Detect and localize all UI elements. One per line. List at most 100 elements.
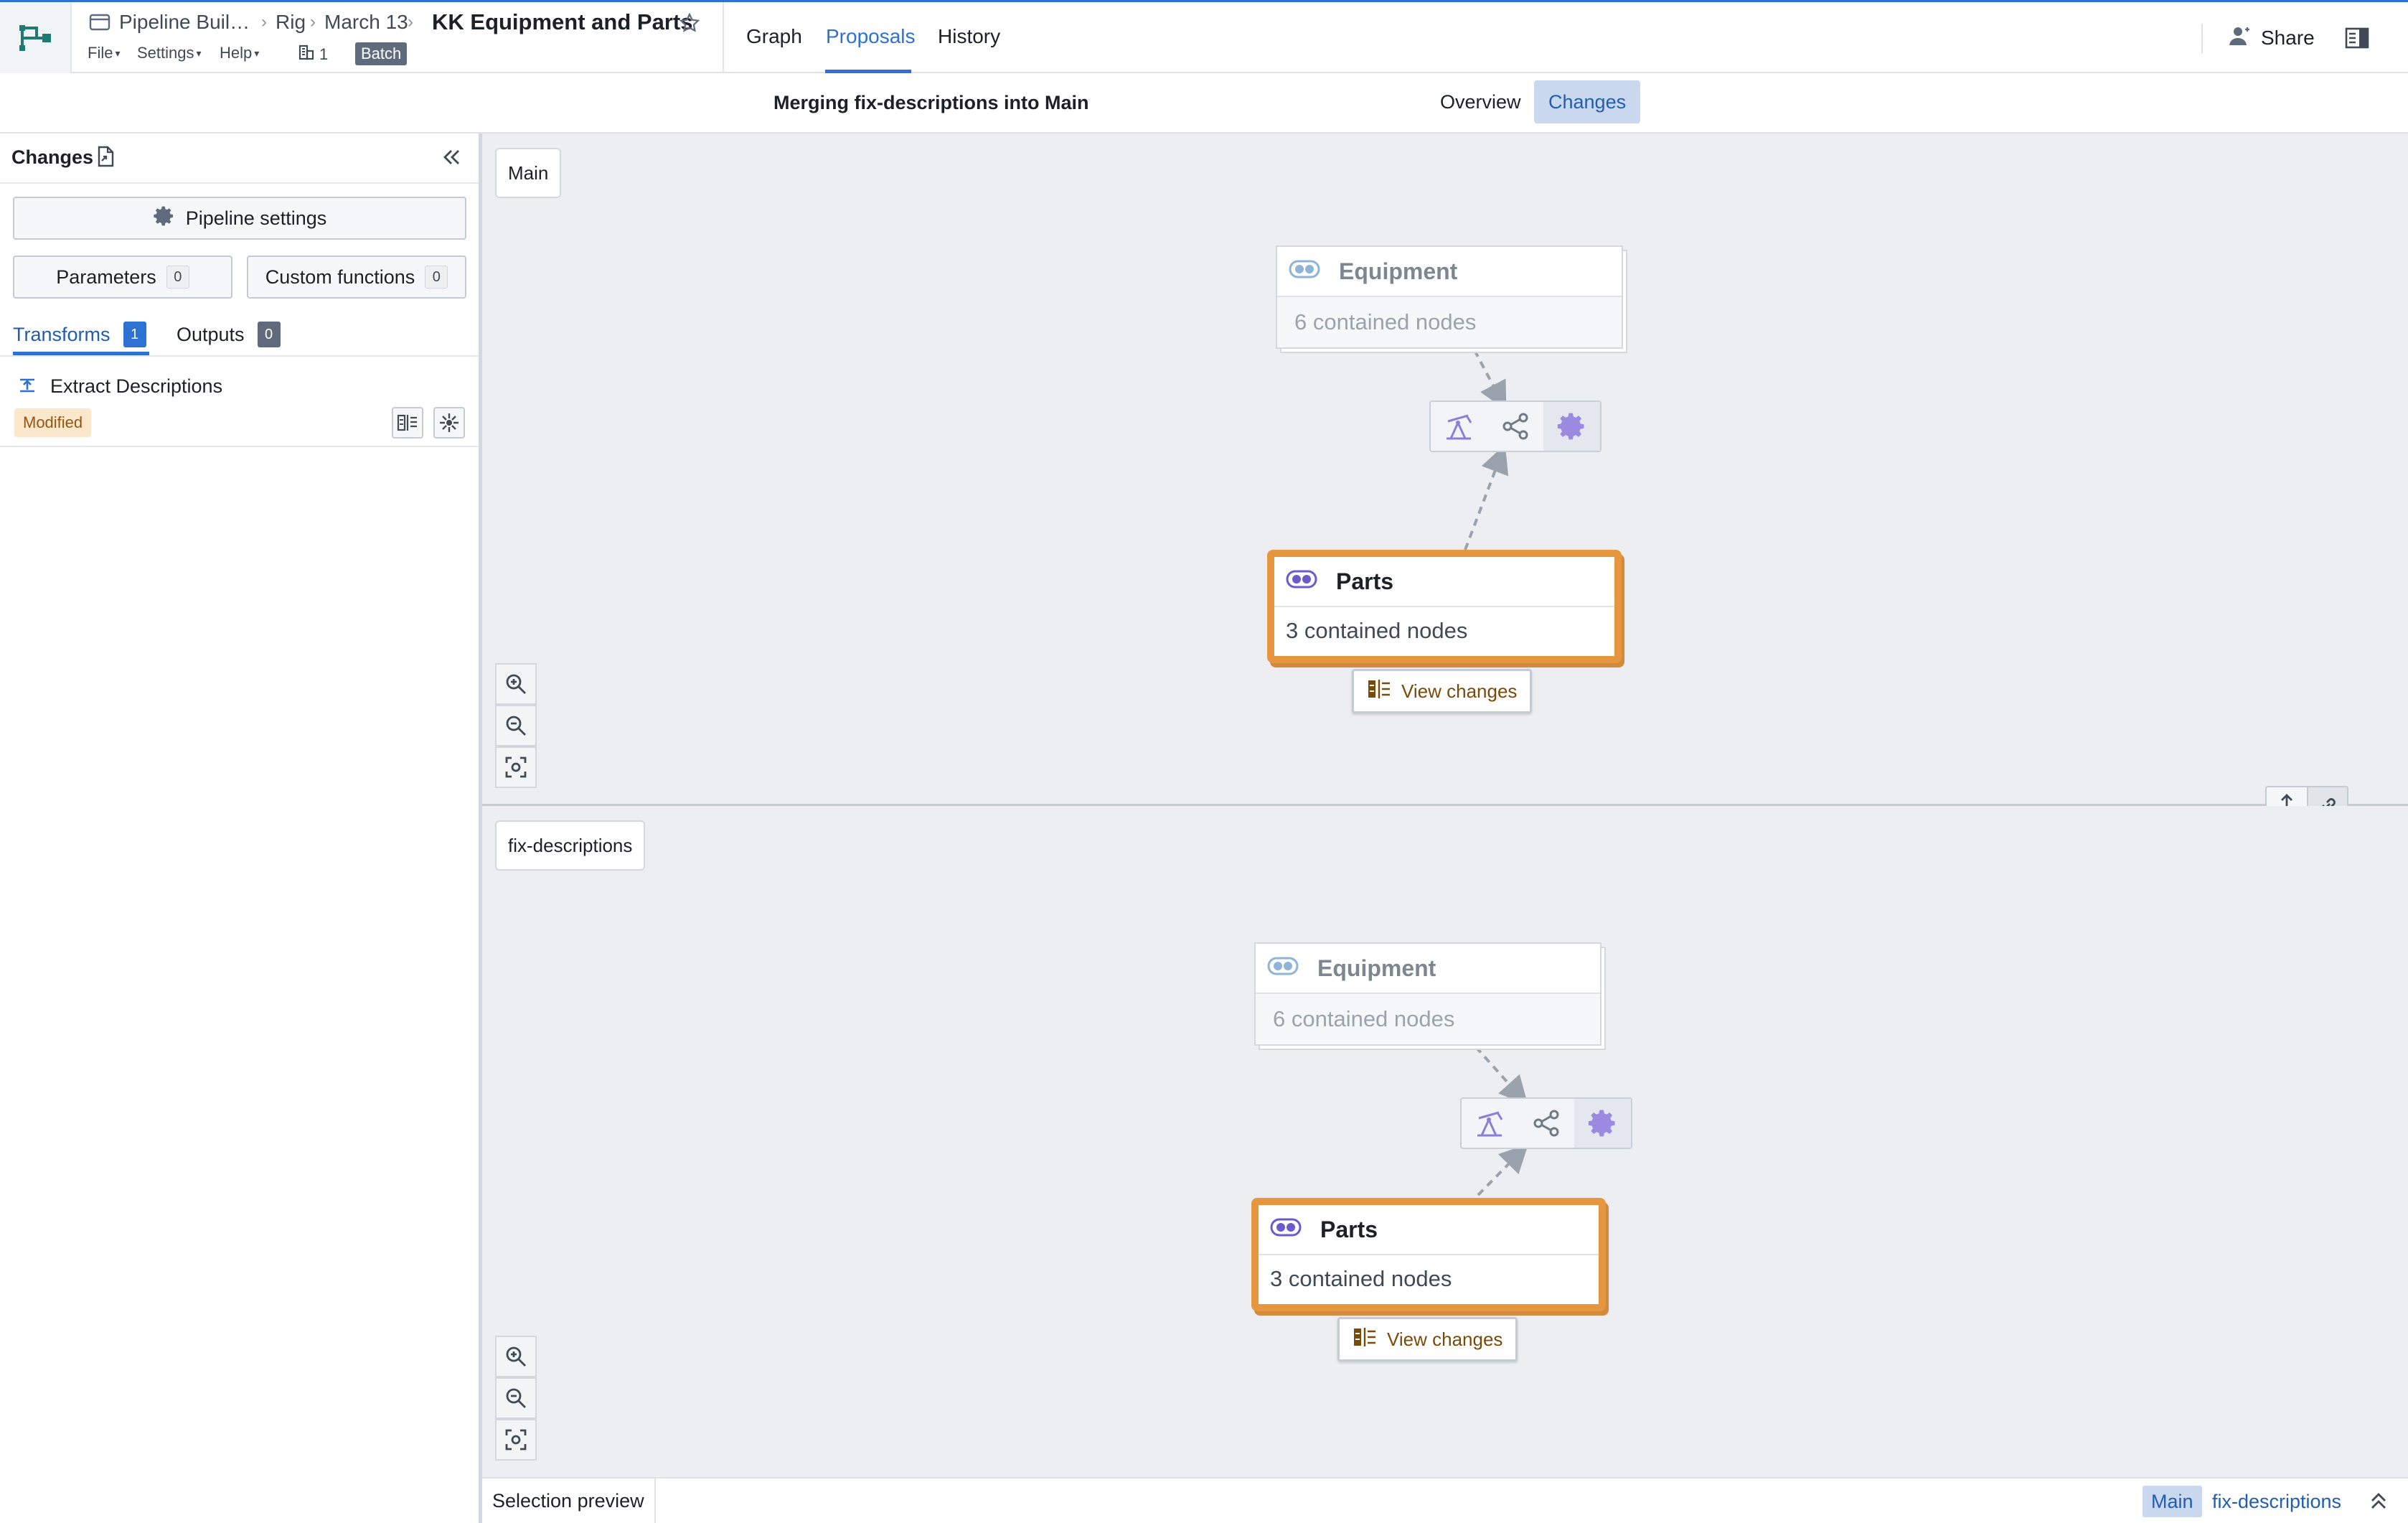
branch-count[interactable]: 1 xyxy=(298,44,328,65)
node-header: Parts xyxy=(1274,557,1614,607)
custom-functions-label: Custom functions xyxy=(265,266,415,288)
node-title: Parts xyxy=(1320,1216,1378,1242)
zoom-in-icon[interactable] xyxy=(495,663,537,705)
bottom-branch-main[interactable]: Main xyxy=(2143,1486,2202,1517)
node-parts[interactable]: Parts 3 contained nodes xyxy=(1267,550,1622,663)
pump-icon[interactable] xyxy=(1431,402,1487,451)
menu-settings[interactable]: Settings ▾ xyxy=(137,44,202,62)
menu-help[interactable]: Help ▾ xyxy=(220,44,259,62)
graph-canvas-branch[interactable]: fix-descriptions Equipment 6 contained n… xyxy=(482,806,2408,1477)
custom-functions-button[interactable]: Custom functions 0 xyxy=(247,256,466,299)
transform-group[interactable] xyxy=(1429,400,1602,452)
pipeline-settings-label: Pipeline settings xyxy=(185,207,327,229)
changes-panel: Changes Pipeline settings Parameters 0 C… xyxy=(0,133,482,1523)
subtab-overview[interactable]: Overview xyxy=(1426,80,1535,123)
custom-functions-count: 0 xyxy=(425,266,448,289)
node-subtitle: 6 contained nodes xyxy=(1256,994,1600,1044)
breadcrumb-date[interactable]: March 13 xyxy=(324,11,408,34)
proposal-subheader: Merging fix-descriptions into Main Overv… xyxy=(0,73,2408,133)
breadcrumb-rig[interactable]: Rig xyxy=(276,11,306,34)
graph-locate-icon[interactable] xyxy=(433,407,465,439)
selection-preview-tab[interactable]: Selection preview xyxy=(482,1479,656,1523)
breadcrumb-pipeline[interactable]: Pipeline Buil… xyxy=(119,11,250,34)
share-nodes-icon[interactable] xyxy=(1487,402,1544,451)
dataset-group-icon xyxy=(1286,568,1317,595)
breadcrumb-separator: › xyxy=(261,12,267,32)
share-label: Share xyxy=(2261,27,2315,49)
parameters-button[interactable]: Parameters 0 xyxy=(13,256,232,299)
doc-changes-icon xyxy=(95,145,116,172)
view-changes-label: View changes xyxy=(1401,680,1518,702)
menu-file[interactable]: File ▾ xyxy=(88,44,120,62)
node-subtitle: 3 contained nodes xyxy=(1270,1266,1452,1291)
list-item[interactable]: Extract Descriptions Modified xyxy=(0,357,479,447)
share-nodes-icon[interactable] xyxy=(1518,1099,1575,1148)
divider xyxy=(0,182,479,184)
bottom-branch-fix-descriptions[interactable]: fix-descriptions xyxy=(2204,1486,2350,1517)
pipeline-settings-button[interactable]: Pipeline settings xyxy=(13,197,466,240)
parameters-count: 0 xyxy=(166,266,189,289)
tab-outputs[interactable]: Outputs 0 xyxy=(177,322,281,347)
side-panel-icon[interactable] xyxy=(2345,27,2369,53)
dataset-group-icon xyxy=(1270,1217,1302,1243)
zoom-out-icon[interactable] xyxy=(495,1377,537,1419)
node-header: Parts xyxy=(1259,1205,1599,1255)
bottom-bar: Selection preview Main fix-descriptions xyxy=(482,1477,2408,1523)
divider xyxy=(2201,24,2203,54)
node-parts[interactable]: Parts 3 contained nodes xyxy=(1251,1198,1606,1311)
diff-icon xyxy=(1353,1326,1377,1353)
node-subtitle: 6 contained nodes xyxy=(1277,297,1622,347)
tab-history[interactable]: History xyxy=(938,25,1000,48)
node-header: Equipment xyxy=(1256,944,1600,994)
subtab-changes[interactable]: Changes xyxy=(1534,80,1641,123)
dataset-group-icon xyxy=(1267,955,1299,982)
dataset-group-icon xyxy=(1289,258,1320,285)
parameters-label: Parameters xyxy=(56,266,156,288)
branch-icon xyxy=(298,44,315,65)
tab-graph[interactable]: Graph xyxy=(746,25,802,48)
pump-icon[interactable] xyxy=(1462,1099,1518,1148)
breadcrumb-separator: › xyxy=(408,12,413,32)
view-changes-label: View changes xyxy=(1387,1328,1503,1350)
share-user-icon xyxy=(2228,25,2251,52)
view-changes-button[interactable]: View changes xyxy=(1337,1317,1518,1362)
divider xyxy=(723,2,724,73)
node-title: Equipment xyxy=(1339,258,1458,284)
folder-icon xyxy=(89,13,110,32)
breadcrumb-separator: › xyxy=(310,12,316,32)
gear-icon xyxy=(153,205,176,233)
gear-icon[interactable] xyxy=(1543,402,1601,451)
tab-transforms-count: 1 xyxy=(123,322,146,347)
graph-edges xyxy=(1475,1046,1529,1196)
node-equipment[interactable]: Equipment 6 contained nodes xyxy=(1276,245,1623,349)
fit-view-icon[interactable] xyxy=(495,746,537,788)
transform-icon xyxy=(17,375,37,399)
page-title: KK Equipment and Parts xyxy=(432,9,693,34)
tab-transforms-label: Transforms xyxy=(13,323,110,345)
gear-icon[interactable] xyxy=(1574,1099,1632,1148)
diff-icon xyxy=(1367,678,1391,705)
graph-canvas-main[interactable]: Main Equipment 6 contained nodes Parts 3… xyxy=(482,133,2408,804)
node-header: Equipment xyxy=(1277,247,1622,297)
double-chevron-left-icon[interactable] xyxy=(441,146,462,172)
double-chevron-up-icon[interactable] xyxy=(2368,1490,2389,1515)
zoom-in-icon[interactable] xyxy=(495,1336,537,1377)
pipeline-logo-icon[interactable] xyxy=(0,2,72,73)
node-subtitle: 3 contained nodes xyxy=(1286,618,1468,643)
node-equipment[interactable]: Equipment 6 contained nodes xyxy=(1254,942,1602,1046)
node-title: Equipment xyxy=(1317,955,1436,981)
node-title: Parts xyxy=(1336,568,1394,594)
star-icon[interactable] xyxy=(679,12,700,34)
diff-icon[interactable] xyxy=(392,407,423,439)
tab-transforms[interactable]: Transforms 1 xyxy=(13,322,146,347)
fit-view-icon[interactable] xyxy=(495,1419,537,1461)
merge-title: Merging fix-descriptions into Main xyxy=(773,92,1089,113)
view-changes-button[interactable]: View changes xyxy=(1352,669,1533,713)
share-button[interactable]: Share xyxy=(2228,24,2315,52)
tab-outputs-label: Outputs xyxy=(177,323,245,345)
tab-proposals[interactable]: Proposals xyxy=(826,25,916,48)
branch-count-value: 1 xyxy=(319,45,329,63)
transform-group[interactable] xyxy=(1460,1097,1632,1149)
zoom-out-icon[interactable] xyxy=(495,705,537,746)
panel-title: Changes xyxy=(11,146,94,168)
